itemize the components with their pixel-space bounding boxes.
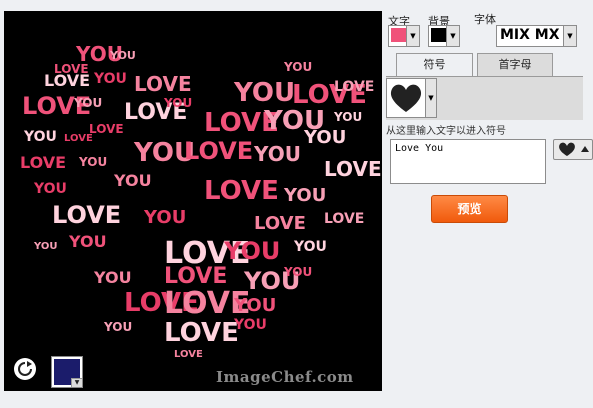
heart-word: YOU <box>333 110 362 124</box>
heart-canvas: YOU YOU LOVE YOU LOVE LOVE YOU LOVE YOU YOU LOVE LO… <box>4 11 382 391</box>
heart-word: YOU <box>163 96 192 110</box>
heart-word: YOU <box>253 142 301 166</box>
heart-word: LOVE <box>174 349 203 360</box>
refresh-icon <box>18 361 32 376</box>
heart-word: LOVE <box>89 122 124 136</box>
font-name: MIX MX <box>500 27 560 43</box>
tab-symbol[interactable]: 符号 <box>396 53 473 76</box>
heart-word: YOU <box>33 241 58 252</box>
heart-word: LOVE <box>52 201 121 229</box>
heart-word: YOU <box>223 237 280 265</box>
heart-word: YOU <box>78 155 107 169</box>
heart-word: LOVE <box>164 318 239 348</box>
heart-word: YOU <box>283 265 312 279</box>
refresh-button[interactable] <box>14 358 36 380</box>
hint-text: 从这里输入文字以进入符号 <box>386 126 506 137</box>
heart-word: YOU <box>233 78 295 108</box>
heart-word: YOU <box>283 60 312 74</box>
heart-word: YOU <box>233 295 276 316</box>
heart-word: YOU <box>283 185 326 206</box>
heart-word: YOU <box>303 127 346 148</box>
heart-word: YOU <box>233 317 267 333</box>
heart-word: YOU <box>143 207 186 228</box>
heart-word: LOVE <box>64 133 93 144</box>
insert-symbol-button[interactable] <box>553 139 593 160</box>
black-heart-icon <box>390 84 422 112</box>
heart-word: YOU <box>73 96 102 110</box>
watermark: ImageChef.com <box>216 368 354 386</box>
heart-word: LOVE <box>334 79 374 95</box>
heart-word: LOVE <box>20 153 66 172</box>
tab-initials[interactable]: 首字母 <box>477 53 553 76</box>
heart-word: LOVE <box>324 211 364 227</box>
word-heart-art: YOUYOULOVE YOU LOVELOVEYOU LOVEYOU YOULOVELO… <box>20 42 382 360</box>
message-input[interactable]: Love You <box>390 139 546 184</box>
heart-word: LOVE <box>254 213 306 234</box>
heart-word: LOVE <box>204 176 279 206</box>
heart-word: LOVE <box>134 72 192 96</box>
heart-word: YOU <box>109 49 136 62</box>
chevron-down-icon: ▼ <box>425 79 436 117</box>
symbol-select[interactable]: ▼ <box>386 78 437 118</box>
canvas-color-picker[interactable]: ▼ <box>51 356 83 388</box>
font-label: 字体 <box>474 13 496 26</box>
bg-color-picker[interactable]: ▼ <box>428 25 460 47</box>
chevron-down-icon: ▼ <box>406 26 419 46</box>
heart-word: YOU <box>93 268 132 287</box>
preview-button[interactable]: 预览 <box>431 195 508 223</box>
text-color-picker[interactable]: ▼ <box>388 25 420 47</box>
control-panel: 文字 背景 字体 ▼ ▼ MIX MX ▼ 符号 首字母 ▼ 从这里输入文字以进… <box>386 0 593 408</box>
heart-word: YOU <box>68 232 107 251</box>
chevron-down-icon: ▼ <box>446 26 459 46</box>
heart-word: YOU <box>33 181 67 197</box>
chevron-down-icon: ▼ <box>563 26 576 46</box>
font-select[interactable]: MIX MX ▼ <box>496 25 577 47</box>
heart-up-icon <box>559 142 589 156</box>
chevron-down-icon: ▼ <box>71 378 82 387</box>
heart-word: YOU <box>23 129 57 145</box>
heart-word: YOU <box>293 239 327 255</box>
text-color-swatch <box>391 28 406 42</box>
heart-word: LOVE <box>184 137 253 165</box>
bg-color-swatch <box>431 28 446 42</box>
heart-word: LOVE <box>54 62 89 76</box>
heart-word: YOU <box>93 71 127 87</box>
heart-word: LOVE <box>324 157 382 181</box>
heart-word: YOU <box>103 320 132 334</box>
heart-word: YOU <box>113 171 152 190</box>
